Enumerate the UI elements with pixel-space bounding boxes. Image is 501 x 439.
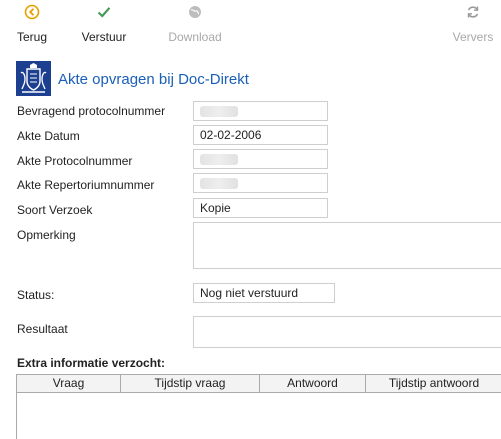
back-arrow-icon	[24, 4, 40, 20]
resultaat-label: Resultaat	[17, 322, 68, 336]
akte-repertorium-input[interactable]	[193, 173, 328, 193]
extra-info-title: Extra informatie verzocht:	[17, 356, 166, 370]
akte-datum-label: Akte Datum	[17, 129, 80, 143]
bevragend-protocol-input[interactable]	[193, 101, 328, 121]
redacted-value	[200, 106, 238, 117]
globe-icon	[189, 6, 201, 18]
toolbar: Terug Verstuur Download Ververs	[0, 0, 501, 46]
download-label: Download	[168, 30, 222, 44]
column-header-tijdstip-vraag[interactable]: Tijdstip vraag	[121, 375, 260, 392]
send-label: Verstuur	[81, 30, 127, 44]
column-header-vraag[interactable]: Vraag	[17, 375, 121, 392]
redacted-value	[200, 154, 238, 165]
akte-protocol-label: Akte Protocolnummer	[17, 154, 133, 168]
redacted-value	[200, 178, 238, 189]
status-value: Nog niet verstuurd	[193, 283, 335, 303]
akte-repertorium-label: Akte Repertoriumnummer	[17, 178, 155, 192]
column-header-antwoord[interactable]: Antwoord	[260, 375, 366, 392]
refresh-label: Ververs	[452, 30, 494, 44]
opmerking-label: Opmerking	[17, 228, 76, 242]
back-label: Terug	[16, 30, 48, 44]
table-header: Vraag Tijdstip vraag Antwoord Tijdstip a…	[17, 375, 501, 393]
send-button[interactable]: Verstuur	[76, 0, 132, 46]
page-title: Akte opvragen bij Doc-Direkt	[58, 71, 249, 88]
download-button[interactable]: Download	[164, 0, 226, 46]
refresh-button[interactable]: Ververs	[450, 0, 496, 46]
resultaat-field	[193, 316, 501, 348]
opmerking-textarea[interactable]	[193, 222, 501, 269]
soort-verzoek-label: Soort Verzoek	[17, 203, 93, 217]
checkmark-icon	[97, 7, 111, 18]
refresh-icon	[467, 6, 479, 18]
coat-of-arms-logo	[16, 61, 51, 96]
akte-protocol-input[interactable]	[193, 149, 328, 169]
akte-datum-input[interactable]: 02-02-2006	[193, 125, 328, 145]
status-label: Status:	[17, 288, 55, 302]
bevragend-label: Bevragend protocolnummer	[17, 104, 166, 118]
back-button[interactable]: Terug	[12, 0, 52, 46]
extra-info-table[interactable]: Vraag Tijdstip vraag Antwoord Tijdstip a…	[16, 374, 501, 439]
column-header-tijdstip-antwoord[interactable]: Tijdstip antwoord	[366, 375, 501, 392]
soort-verzoek-field[interactable]: Kopie	[193, 198, 328, 218]
